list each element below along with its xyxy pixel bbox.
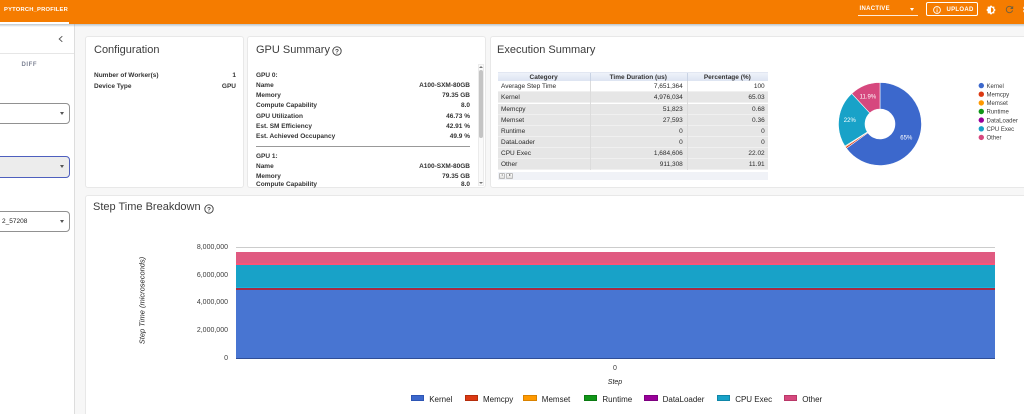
svg-text:22%: 22% [844,118,857,124]
svg-text:Kernel: Kernel [987,84,1004,90]
svg-text:DataLoader: DataLoader [987,118,1018,124]
svg-text:Other: Other [987,136,1002,142]
svg-text:Memcpy: Memcpy [987,92,1010,98]
svg-text:?: ? [335,48,339,55]
svg-text:?: ? [207,206,211,213]
svg-text:Runtime: Runtime [987,110,1010,116]
svg-text:65%: 65% [900,136,913,142]
svg-text:11.9%: 11.9% [860,94,877,100]
svg-text:CPU Exec: CPU Exec [987,127,1015,133]
svg-text:Memset: Memset [987,101,1009,107]
